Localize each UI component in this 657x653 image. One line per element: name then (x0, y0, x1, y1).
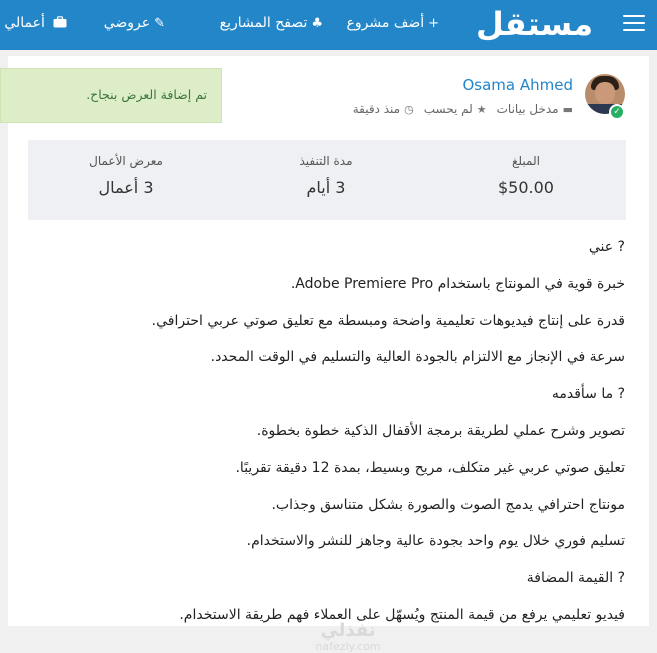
watermark-latin: nafezly.com (315, 640, 381, 653)
success-alert-message: تم إضافة العرض بنجاح. (86, 87, 207, 102)
briefcase-icon: ▬ (562, 103, 573, 116)
description-line: خبرة قوية في المونتاج باستخدام Adobe Pre… (290, 275, 625, 292)
stat-portfolio-value: 3 أعمال (98, 178, 154, 197)
profile-rating: ★لم يحسب (424, 102, 487, 116)
nav-my-offers-label: عروضي (103, 15, 151, 31)
edit-icon: ✎ (154, 16, 165, 31)
profile-role: ▬مدخل بيانات (497, 102, 573, 116)
site-logo[interactable]: مستقل (476, 2, 594, 46)
watermark-arabic: نفذلي (320, 620, 376, 641)
nav-browse-projects-label: تصفح المشاريع (219, 15, 308, 31)
description-line: ? ما سأقدمه (551, 386, 625, 403)
profile-time: ◷منذ دقيقة (353, 102, 414, 116)
watermark: نفذلي nafezly.com (298, 622, 398, 653)
plus-icon: + (428, 16, 439, 31)
nav-my-offers[interactable]: ✎عروضي (104, 0, 165, 50)
hamburger-menu-icon[interactable] (623, 15, 645, 33)
profile-role-text: مدخل بيانات (496, 102, 559, 116)
description-line: تصوير وشرح عملي لطريقة برمجة الأقفال الذ… (256, 422, 625, 439)
description-line: تسليم فوري خلال يوم واحد بجودة عالية وجا… (246, 533, 625, 550)
profile-status-text: لم يحسب (423, 102, 473, 116)
cubes-icon: ♣ (311, 16, 323, 31)
profile-time-text: منذ دقيقة (352, 102, 401, 116)
online-check-icon: ✓ (609, 104, 625, 120)
stat-amount-label: المبلغ (512, 154, 540, 168)
stat-duration: مدة التنفيذ 3 أيام (236, 154, 416, 197)
nav-my-works[interactable]: أعمالي (4, 0, 67, 50)
offer-description: ? عني خبرة قوية في المونتاج باستخدام Ado… (25, 236, 625, 641)
success-alert: تم إضافة العرض بنجاح. (0, 68, 222, 123)
top-navbar: مستقل +أضف مشروع ♣تصفح المشاريع ✎عروضي أ… (0, 0, 657, 50)
star-icon: ★ (476, 103, 487, 116)
nav-add-project-label: أضف مشروع (346, 15, 425, 31)
description-line: قدرة على إنتاج فيديوهات تعليمية واضحة وم… (151, 312, 625, 329)
stat-portfolio: معرض الأعمال 3 أعمال (36, 154, 216, 197)
briefcase-icon (49, 16, 67, 31)
stat-duration-value: 3 أيام (306, 178, 346, 197)
description-line: ? القيمة المضافة (526, 570, 625, 587)
description-line: مونتاج احترافي يدمج الصوت والصورة بشكل م… (271, 496, 625, 513)
offer-stats: المبلغ $50.00 مدة التنفيذ 3 أيام معرض ال… (28, 140, 626, 220)
description-line: سرعة في الإنجاز مع الالتزام بالجودة العا… (210, 349, 625, 366)
offer-card: تم إضافة العرض بنجاح. ✓ Osama Ahmed ▬مدخ… (0, 56, 649, 653)
description-line: ? عني (588, 239, 625, 255)
clock-icon: ◷ (404, 103, 414, 116)
stat-duration-label: مدة التنفيذ (299, 154, 353, 168)
stat-amount: المبلغ $50.00 (436, 154, 616, 197)
stat-portfolio-label: معرض الأعمال (89, 154, 163, 168)
profile-name-link[interactable]: Osama Ahmed (462, 76, 573, 94)
stat-amount-value: $50.00 (498, 178, 554, 197)
nav-add-project[interactable]: +أضف مشروع (347, 0, 439, 50)
description-line: تعليق صوتي عربي غير متكلف، مريح وبسيط، ب… (235, 459, 625, 476)
nav-my-works-label: أعمالي (4, 15, 45, 31)
nav-browse-projects[interactable]: ♣تصفح المشاريع (220, 0, 323, 50)
profile-meta: ▬مدخل بيانات ★لم يحسب ◷منذ دقيقة (343, 102, 573, 116)
